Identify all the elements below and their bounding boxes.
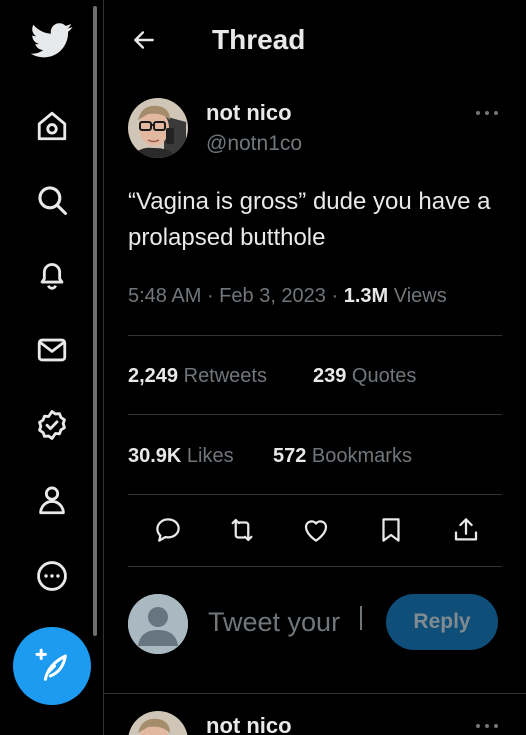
author-avatar[interactable] <box>128 98 188 158</box>
like-action-button[interactable] <box>294 508 338 552</box>
likes-label: Likes <box>181 445 234 467</box>
quotes-label: Quotes <box>346 365 417 387</box>
tweet-actions <box>128 508 502 552</box>
more-dots-icon <box>476 724 498 728</box>
next-tweet-avatar[interactable] <box>128 711 188 735</box>
reply-input[interactable] <box>208 602 368 642</box>
more-circle-icon[interactable] <box>26 550 78 602</box>
current-user-avatar[interactable] <box>128 594 188 654</box>
bookmarks-count: 572 <box>273 445 307 467</box>
stats-row-likes: 30.9K Likes 572 Bookmarks <box>128 442 502 470</box>
sidebar-scrollbar[interactable] <box>93 6 97 636</box>
tweet-more-button[interactable] <box>472 98 502 128</box>
section-divider <box>104 693 526 694</box>
quotes-count: 239 <box>313 365 347 387</box>
quotes-stat[interactable]: 239 Quotes <box>313 362 416 390</box>
default-avatar-icon <box>128 594 188 654</box>
likes-stat[interactable]: 30.9K Likes <box>128 442 234 470</box>
notifications-bell-icon[interactable] <box>26 249 78 301</box>
retweets-count: 2,249 <box>128 365 179 387</box>
meta-separator: · <box>325 285 344 307</box>
retweets-label: Retweets <box>178 365 267 387</box>
back-button[interactable] <box>126 22 162 58</box>
likes-count: 30.9K <box>128 445 182 467</box>
views-count: 1.3M <box>343 285 389 307</box>
tweet-text: “Vagina is gross” dude you have a prolap… <box>128 188 491 251</box>
home-icon[interactable] <box>26 100 78 152</box>
retweet-action-button[interactable] <box>220 508 264 552</box>
text-caret <box>360 606 362 630</box>
search-icon[interactable] <box>26 174 78 226</box>
retweets-stat[interactable]: 2,249 Retweets <box>128 362 267 390</box>
share-action-button[interactable] <box>444 508 488 552</box>
reply-submit-button[interactable]: Reply <box>386 594 498 650</box>
tweet-time[interactable]: 5:48 AM <box>128 285 201 307</box>
retweet-arrows-icon <box>231 518 253 542</box>
bookmarks-label: Bookmarks <box>306 445 412 467</box>
divider <box>128 566 502 567</box>
next-tweet-more-button[interactable] <box>472 711 502 735</box>
sidebar <box>0 0 104 735</box>
app-root: Thread not nico @notn1co “Vagina is gros… <box>0 0 526 735</box>
bookmarks-stat[interactable]: 572 Bookmarks <box>273 442 412 470</box>
views-label: Views <box>388 285 447 307</box>
divider <box>128 494 502 495</box>
reply-bubble-icon <box>156 518 180 542</box>
author-display-name[interactable]: not nico <box>206 100 292 126</box>
thread-main: Thread not nico @notn1co “Vagina is gros… <box>104 0 526 735</box>
bookmark-icon <box>382 518 400 542</box>
tweet-date[interactable]: Feb 3, 2023 <box>219 285 326 307</box>
author-handle[interactable]: @notn1co <box>206 131 302 157</box>
profile-person-icon[interactable] <box>26 474 78 526</box>
arrow-left-icon <box>134 31 154 49</box>
twitter-logo-icon[interactable] <box>26 14 78 66</box>
feather-plus-icon <box>35 648 67 681</box>
heart-icon <box>304 520 328 542</box>
divider <box>128 414 502 415</box>
divider <box>128 335 502 336</box>
bookmark-action-button[interactable] <box>369 508 413 552</box>
next-tweet-display-name[interactable]: not nico <box>206 713 292 735</box>
share-upload-icon <box>454 518 478 541</box>
more-dots-icon <box>476 111 498 115</box>
thread-header: Thread <box>104 0 526 80</box>
compose-tweet-button[interactable] <box>13 627 91 705</box>
verified-badge-icon[interactable] <box>26 399 78 451</box>
stats-row-shares: 2,249 Retweets 239 Quotes <box>128 362 502 390</box>
messages-envelope-icon[interactable] <box>26 324 78 376</box>
meta-separator: · <box>201 285 220 307</box>
page-title: Thread <box>212 24 306 55</box>
reply-action-button[interactable] <box>146 508 190 552</box>
tweet-meta: 5:48 AM · Feb 3, 2023 · 1.3M Views <box>128 282 447 310</box>
